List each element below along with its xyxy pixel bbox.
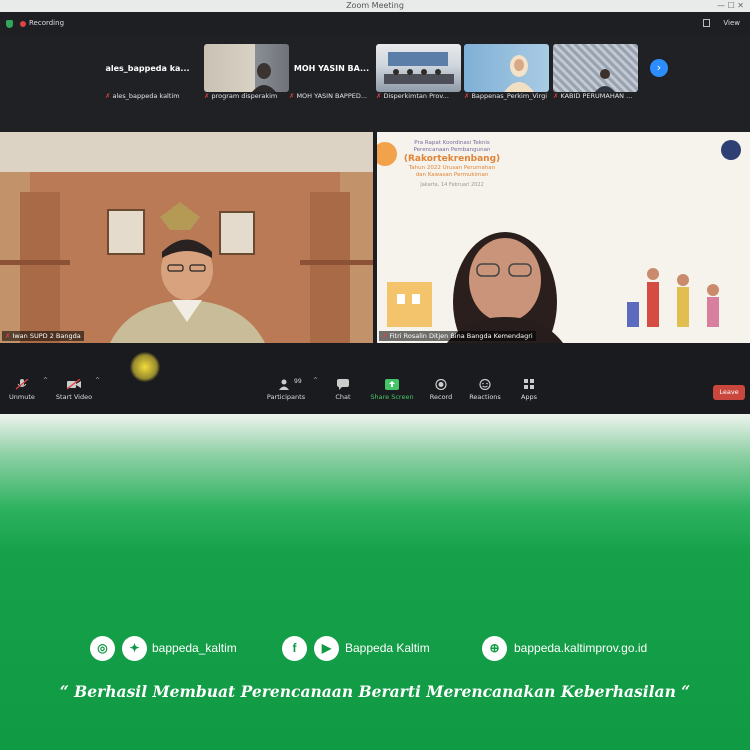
website-link[interactable]: ⊕ bappeda.kaltimprov.go.id (482, 636, 682, 662)
meeting-toolbar: Unmute ^ Start Video ^ 99 Participants ^ Ch… (0, 343, 750, 414)
participant-caption: ✗ ales_bappeda kaltim (105, 92, 180, 100)
instagram-icon: ◎ (90, 636, 115, 661)
window-title: Zoom Meeting (346, 1, 404, 10)
slide-date: Jakarta, 14 Februari 2022 (420, 182, 484, 188)
window-controls[interactable]: — ☐ ✕ (717, 0, 744, 12)
share-screen-icon (385, 379, 399, 390)
participant-tile[interactable]: ✗ KABID PERUMAHAN ... (553, 44, 638, 104)
leave-button[interactable]: Leave (713, 385, 745, 400)
slide-heading: (Rakortekrenbang) (403, 154, 501, 164)
window-titlebar: Zoom Meeting — ☐ ✕ (0, 0, 750, 12)
muted-mic-icon: ✗ (289, 92, 295, 100)
apps-button[interactable]: Apps (499, 379, 559, 401)
participant-tile[interactable]: ales_bappeda ka... ✗ ales_bappeda kaltim (105, 44, 190, 104)
participants-button[interactable]: 99 Participants ^ (256, 377, 318, 401)
video-camera-off-icon (67, 379, 81, 390)
twitter-icon: ✦ (122, 636, 147, 661)
participant-person-image (252, 63, 276, 92)
participant-tile[interactable]: ✗ Bappenas_Perkim_Virgi (464, 44, 549, 104)
main-video-right[interactable]: Pra Rapat Koordinasi Teknis Perencanaan … (377, 132, 750, 343)
participant-video (553, 44, 638, 92)
next-page-chevron-icon[interactable]: › (650, 59, 668, 77)
muted-microphone-icon (15, 379, 29, 390)
participant-display-name: MOH YASIN BA... (293, 64, 370, 73)
participant-room-image (384, 52, 454, 84)
tagline: “ Berhasil Membuat Perencanaan Berarti M… (59, 682, 691, 701)
chevron-up-icon[interactable]: ^ (95, 377, 100, 384)
view-button[interactable]: View (723, 19, 740, 27)
zoom-window: Zoom Meeting — ☐ ✕ Recording View ales_b… (0, 0, 750, 414)
participant-caption: ✗ program disperakim (204, 92, 278, 100)
participant-person-image (595, 69, 615, 92)
youtube-channel-text: Bappeda Kaltim (345, 641, 430, 655)
video-name-label: ✗ Fitri Rosalin Ditjen Bina Bangda Kemend… (379, 331, 536, 341)
participant-video (376, 44, 461, 92)
start-video-button[interactable]: Start Video ^ (44, 377, 104, 401)
website-url-text: bappeda.kaltimprov.go.id (514, 641, 648, 655)
participant-video: ales_bappeda ka... (105, 44, 190, 92)
facebook-icon: f (282, 636, 307, 661)
muted-mic-icon: ✗ (376, 92, 382, 100)
participant-caption: ✗ Disperkimtan Prov... (376, 92, 449, 100)
record-icon (435, 379, 447, 390)
muted-mic-icon: ✗ (5, 332, 11, 340)
muted-mic-icon: ✗ (464, 92, 470, 100)
participant-caption: ✗ KABID PERUMAHAN ... (553, 92, 633, 100)
participant-person-image (504, 55, 534, 92)
muted-mic-icon: ✗ (382, 332, 388, 340)
video-name-label: ✗ Iwan SUPD 2 Bangda (2, 331, 84, 341)
slide-line: Perencanaan Pembangunan (413, 147, 491, 153)
reactions-icon (479, 379, 491, 390)
participant-display-name: ales_bappeda ka... (105, 64, 190, 73)
muted-mic-icon: ✗ (553, 92, 559, 100)
youtube-icon: ▶ (314, 636, 339, 661)
instagram-handle[interactable]: ◎ ✦ bappeda_kaltim (90, 636, 260, 662)
participant-caption: ✗ Bappenas_Perkim_Virgi (464, 92, 547, 100)
instagram-handle-text: bappeda_kaltim (152, 641, 237, 655)
slide-title-block: Pra Rapat Koordinasi Teknis Perencanaan … (397, 140, 507, 189)
participant-caption: ✗ MOH YASIN BAPPED... (289, 92, 368, 100)
participant-tile[interactable]: ✗ Disperkimtan Prov... (376, 44, 461, 104)
participant-tile[interactable]: MOH YASIN BA... ✗ MOH YASIN BAPPED... (289, 44, 374, 104)
main-video-left[interactable]: ✗ Iwan SUPD 2 Bangda (0, 132, 373, 343)
slide-line: Tahun 2022 Urusan Perumahan (408, 165, 496, 171)
branding-banner: ◎ ✦ bappeda_kaltim f ▶ Bappeda Kaltim ⊕ … (0, 414, 750, 750)
participant-video: MOH YASIN BA... (289, 44, 374, 92)
chat-icon (337, 379, 349, 390)
participant-video (464, 44, 549, 92)
recording-label: Recording (29, 19, 65, 27)
security-shield-icon[interactable] (6, 20, 13, 28)
participant-tile[interactable]: ✗ program disperakim (204, 44, 289, 104)
participants-count: 99 (294, 378, 302, 385)
slide-line: dan Kawasan Permukiman (415, 172, 489, 178)
muted-mic-icon: ✗ (105, 92, 111, 100)
participants-icon (279, 379, 289, 390)
office-scene-image (0, 132, 373, 343)
globe-icon: ⊕ (482, 636, 507, 661)
participant-video (204, 44, 289, 92)
recording-icon (20, 21, 26, 27)
view-icon[interactable] (703, 19, 710, 27)
apps-icon (524, 379, 534, 389)
meeting-topbar: Recording View (0, 12, 750, 36)
cursor-highlight (130, 352, 160, 382)
slide-line: Pra Rapat Koordinasi Teknis (414, 140, 490, 146)
youtube-channel[interactable]: f ▶ Bappeda Kaltim (282, 636, 452, 662)
participant-strip: ales_bappeda ka... ✗ ales_bappeda kaltim … (0, 36, 750, 132)
muted-mic-icon: ✗ (204, 92, 210, 100)
